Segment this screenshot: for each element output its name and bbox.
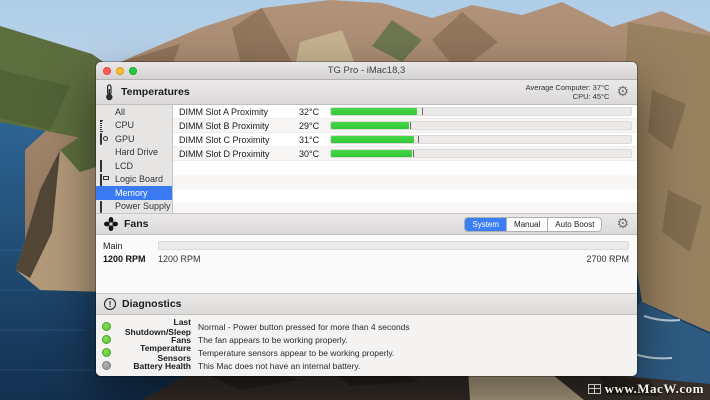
sidebar-item-lcd[interactable]: LCD	[96, 159, 172, 173]
fan-speed-slider[interactable]	[158, 241, 629, 250]
sidebar-item-all[interactable]: All	[96, 105, 172, 119]
fan-mode-segmented-control: System Manual Auto Boost	[464, 217, 602, 232]
traffic-lights	[103, 67, 137, 75]
fan-mode-manual[interactable]: Manual	[507, 218, 548, 231]
temp-value: 29°C	[299, 121, 330, 131]
cpu-chip-icon	[100, 121, 111, 130]
status-dot	[102, 335, 111, 344]
temperatures-settings-gear-icon[interactable]: ⚙	[616, 85, 629, 99]
fan-icon	[104, 217, 118, 231]
status-dot	[102, 361, 111, 370]
diag-row-battery-health: Battery Health This Mac does not have an…	[96, 359, 637, 372]
temp-row-dimm-a: DIMM Slot A Proximity 32°C	[173, 105, 637, 119]
power-plug-icon	[100, 202, 111, 211]
hard-drive-icon	[100, 148, 111, 157]
status-dot	[102, 348, 111, 357]
fans-header: Fans System Manual Auto Boost ⚙	[96, 213, 637, 235]
sensor-category-sidebar: All CPU GPU Hard Drive LCD Logic Board M…	[96, 105, 173, 213]
status-dot	[102, 322, 111, 331]
fan-mode-system[interactable]: System	[465, 218, 507, 231]
avg-computer-label: Average Computer:	[526, 83, 591, 92]
zoom-button[interactable]	[129, 67, 137, 75]
temp-value: 30°C	[299, 149, 330, 159]
fan-current-rpm: 1200 RPM	[103, 254, 146, 264]
temperature-rows: DIMM Slot A Proximity 32°C DIMM Slot B P…	[173, 105, 637, 213]
fans-title: Fans	[124, 218, 149, 230]
minimize-button[interactable]	[116, 67, 124, 75]
sidebar-item-hard-drive[interactable]: Hard Drive	[96, 146, 172, 160]
temp-bar	[330, 107, 632, 116]
cpu-temp-label: CPU:	[573, 92, 591, 101]
title-bar[interactable]: TG Pro - iMac18,3	[96, 62, 637, 80]
temp-value: 32°C	[299, 107, 330, 117]
sidebar-item-power-supply[interactable]: Power Supply	[96, 200, 172, 214]
gpu-icon	[100, 134, 111, 143]
cpu-temp-value: 45°C	[593, 92, 610, 101]
thermometer-icon	[104, 84, 115, 101]
temperatures-header: Temperatures Average Computer: 37°C CPU:…	[96, 80, 637, 105]
window-title: TG Pro - iMac18,3	[328, 65, 406, 76]
summary-temps: Average Computer: 37°C CPU: 45°C	[526, 83, 610, 101]
watermark-text: www.MacW.com	[605, 381, 704, 397]
temp-bar	[330, 121, 632, 130]
temp-row-dimm-d: DIMM Slot D Proximity 30°C	[173, 147, 637, 161]
diag-row-temperature-sensors: Temperature Sensors Temperature sensors …	[96, 346, 637, 359]
temp-bar	[330, 135, 632, 144]
diagnostics-header: ! Diagnostics	[96, 293, 637, 315]
sidebar-item-memory[interactable]: Memory	[96, 186, 172, 200]
fans-panel: Main 1200 RPM 1200 RPM 2700 RPM	[96, 235, 637, 293]
temp-value: 31°C	[299, 135, 330, 145]
sidebar-item-gpu[interactable]: GPU	[96, 132, 172, 146]
sidebar-item-logic-board[interactable]: Logic Board	[96, 173, 172, 187]
lcd-display-icon	[100, 161, 111, 170]
sidebar-item-cpu[interactable]: CPU	[96, 119, 172, 133]
watermark-logo-icon	[588, 384, 601, 394]
temperatures-title: Temperatures	[121, 86, 190, 98]
fan-mode-auto-boost[interactable]: Auto Boost	[548, 218, 601, 231]
fan-min-rpm: 1200 RPM	[158, 254, 201, 264]
avg-computer-value: 37°C	[593, 83, 610, 92]
fans-settings-gear-icon[interactable]: ⚙	[616, 217, 629, 231]
logic-board-icon	[100, 175, 111, 184]
fan-name-label: Main	[103, 241, 123, 251]
empty-rows-filler	[173, 161, 637, 213]
fan-max-rpm: 2700 RPM	[586, 254, 629, 264]
diagnostics-title: Diagnostics	[122, 298, 182, 310]
exclamation-circle-icon: !	[104, 298, 116, 310]
diagnostics-panel: Last Shutdown/Sleep Normal - Power butto…	[96, 315, 637, 376]
temp-row-dimm-c: DIMM Slot C Proximity 31°C	[173, 133, 637, 147]
diag-row-last-shutdown: Last Shutdown/Sleep Normal - Power butto…	[96, 320, 637, 333]
mac-icon	[100, 107, 111, 116]
close-button[interactable]	[103, 67, 111, 75]
temp-bar	[330, 149, 632, 158]
tg-pro-window: TG Pro - iMac18,3 Temperatures Average C…	[96, 62, 637, 376]
temp-row-dimm-b: DIMM Slot B Proximity 29°C	[173, 119, 637, 133]
memory-ram-icon	[100, 188, 111, 197]
watermark: www.MacW.com	[588, 381, 704, 397]
